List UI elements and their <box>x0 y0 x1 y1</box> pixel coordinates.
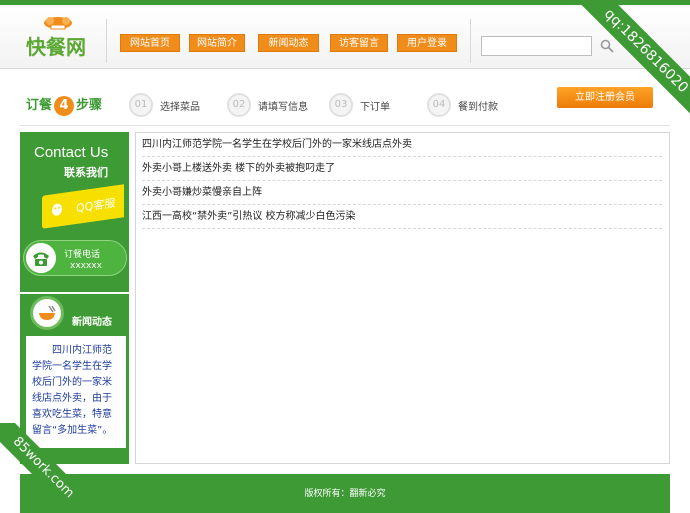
step-label: 选择菜品 <box>160 102 200 113</box>
qq-service-label: QQ客服 <box>76 196 116 215</box>
contact-title-cn: 联系我们 <box>64 166 108 179</box>
nav-login[interactable]: 用户登录 <box>397 34 457 52</box>
logo-text: 快餐网 <box>26 35 86 59</box>
step-label: 下订单 <box>360 102 390 113</box>
step-number: 02 <box>227 93 251 117</box>
step-label: 餐到付款 <box>458 102 498 113</box>
watermark-site: 85work.com <box>0 423 90 513</box>
article-link[interactable]: 外卖小哥上楼送外卖 楼下的外卖被抱叼走了 <box>142 157 662 181</box>
steps-title: 订餐 4 步骤 <box>26 94 102 116</box>
step-number: 01 <box>129 93 153 117</box>
steps-title-suffix: 步骤 <box>76 98 103 113</box>
qq-service-button[interactable]: QQ客服 <box>42 184 124 229</box>
article-list: 四川内江师范学院一名学生在学校后门外的一家米线店点外卖 外卖小哥上楼送外卖 楼下… <box>135 132 670 464</box>
article-link[interactable]: 四川内江师范学院一名学生在学校后门外的一家米线店点外卖 <box>142 133 662 157</box>
nav-guestbook[interactable]: 访客留言 <box>330 34 388 52</box>
article-link[interactable]: 外卖小哥嫌炒菜慢亲自上阵 <box>142 181 662 205</box>
order-phone: 订餐电话 xxxxxx <box>23 240 127 276</box>
step-label: 请填写信息 <box>258 102 308 113</box>
site-footer: 版权所有：翻新必究 <box>20 474 670 513</box>
nav-news[interactable]: 新闻动态 <box>258 34 319 52</box>
step-number: 04 <box>427 93 451 117</box>
header-divider <box>106 19 107 63</box>
contact-panel: Contact Us 联系我们 QQ客服 订餐电话 xxxxxx <box>20 132 129 292</box>
order-phone-label: 订餐电话 <box>64 250 101 260</box>
watermark-ribbon-top-right: qq:1826816020 <box>560 0 690 130</box>
contact-title-en: Contact Us <box>34 144 109 161</box>
bowl-icon <box>30 296 64 330</box>
telephone-icon <box>26 243 56 273</box>
watermark-ribbon-bottom-left: 85work.com <box>0 423 90 513</box>
article-link[interactable]: 江西一高校“禁外卖”引热议 校方称减少白色污染 <box>142 205 662 229</box>
qq-penguin-icon <box>52 203 62 216</box>
copyright-text: 版权所有：翻新必究 <box>304 489 386 499</box>
steps-title-prefix: 订餐 <box>26 98 53 113</box>
watermark-qq: qq:1826816020 <box>566 0 690 130</box>
chef-hat-icon <box>44 17 72 30</box>
site-logo[interactable]: 快餐网 <box>26 16 96 60</box>
steps-count-badge: 4 <box>54 96 75 116</box>
nav-about[interactable]: 网站简介 <box>189 34 245 52</box>
header-divider <box>470 19 471 63</box>
order-phone-number: xxxxxx <box>70 261 102 271</box>
step-number: 03 <box>329 93 353 117</box>
sidebar-news-title: 新闻动态 <box>72 317 112 328</box>
nav-home[interactable]: 网站首页 <box>120 34 180 52</box>
